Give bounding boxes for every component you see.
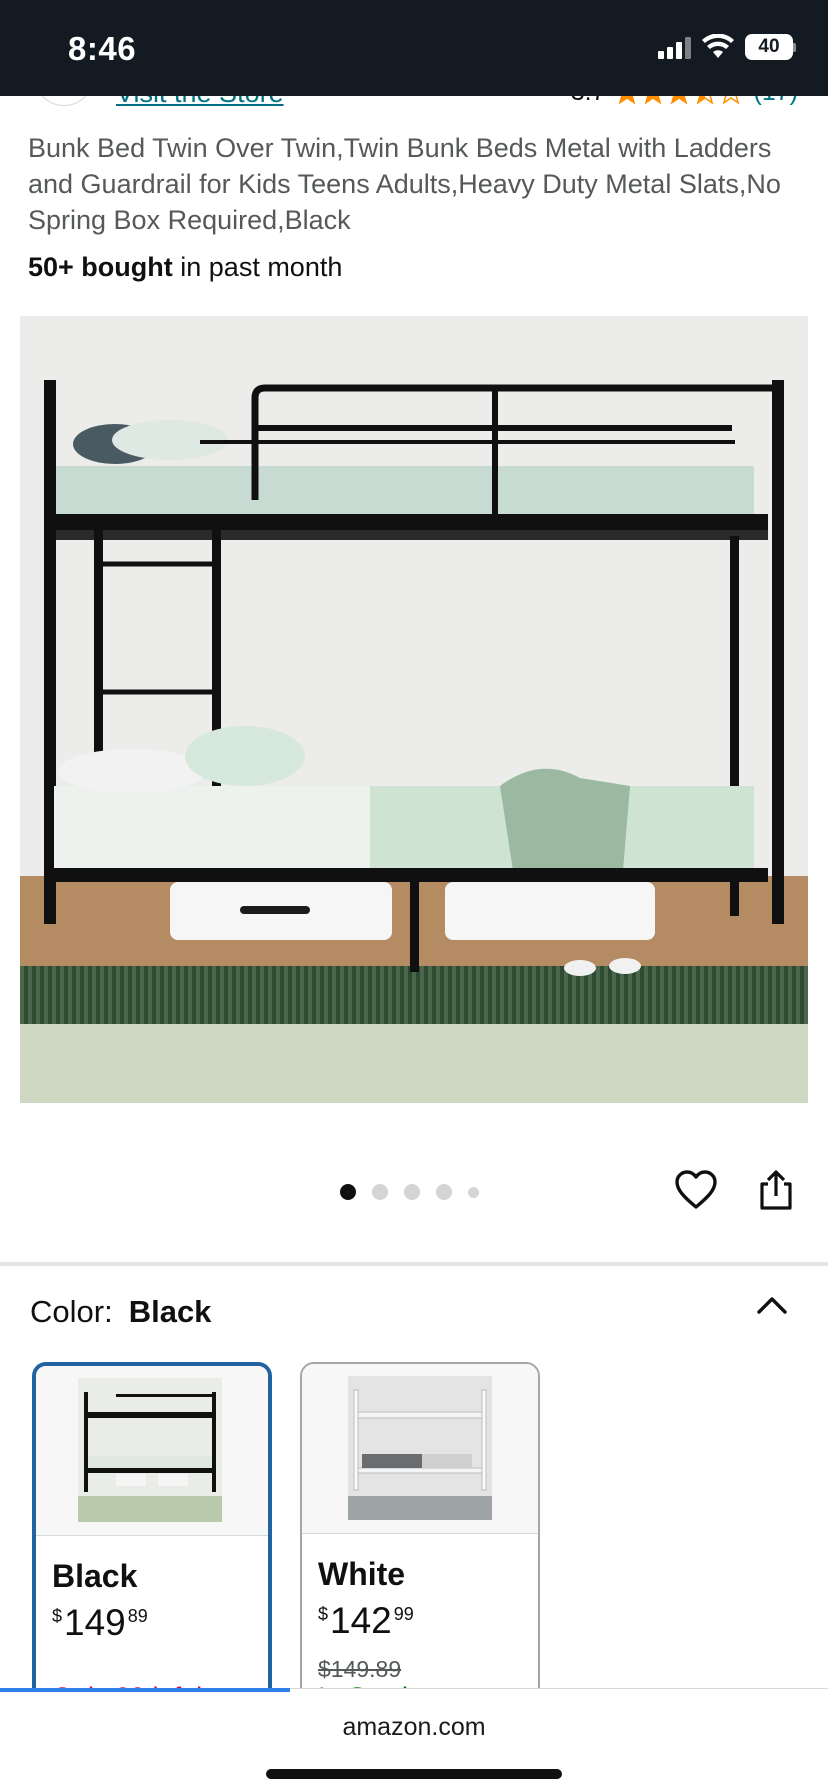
color-label-text: Color: [30,1294,113,1329]
color-option-white-name: White [318,1556,406,1592]
status-bar: 8:46 40 [0,0,828,96]
color-option-white-thumbnail [302,1364,538,1534]
bought-count-bold: 50+ bought [28,252,173,282]
chevron-up-icon[interactable] [754,1290,790,1318]
price-whole: 142 [330,1600,392,1641]
bought-count-rest: in past month [172,252,343,282]
browser-bottom-bar: amazon.com [0,1688,828,1792]
selected-color-value: Black [128,1294,212,1329]
color-option-white-price: $142 99 [318,1600,414,1642]
heart-icon[interactable] [674,1168,718,1212]
price-currency: $ [52,1606,63,1626]
status-time: 8:46 [68,30,137,67]
color-label: Color: Black [30,1294,211,1330]
price-whole: 149 [64,1602,126,1643]
page-load-progress [0,1688,290,1692]
status-icons: 40 [658,34,796,60]
carousel-dot[interactable] [468,1186,479,1198]
carousel-dot[interactable] [404,1184,420,1200]
bought-count: 50+ bought in past month [28,252,342,283]
carousel-dot[interactable] [340,1184,356,1200]
battery-cap [793,42,796,52]
wifi-icon [702,34,734,58]
cellular-signal-icon [658,35,691,59]
product-title: Bunk Bed Twin Over Twin,Twin Bunk Beds M… [28,133,781,235]
share-icon[interactable] [756,1168,796,1212]
color-option-black[interactable]: Black $14989 Only 20 left in stock [32,1362,272,1702]
price-currency: $ [318,1604,329,1624]
home-indicator[interactable] [266,1769,562,1779]
section-divider [0,1262,828,1266]
color-option-black-price: $149 89 [52,1602,148,1644]
carousel-dots[interactable] [340,1184,479,1200]
color-option-white[interactable]: White $14299 $149.89 In Stock [300,1362,540,1702]
bunk-bed-photo [20,316,808,1103]
price-fraction: 89 [127,1606,148,1626]
color-option-white-old-price: $149.89 [318,1656,402,1682]
carousel-dot[interactable] [436,1184,452,1200]
battery-icon: 40 [745,34,793,60]
color-option-black-name: Black [52,1558,138,1594]
product-image[interactable] [20,316,808,1103]
battery-level: 40 [758,36,780,57]
price-fraction: 99 [393,1604,414,1624]
color-option-black-thumbnail [36,1366,268,1536]
url-bar[interactable]: amazon.com [0,1713,828,1742]
carousel-dot[interactable] [372,1184,388,1200]
